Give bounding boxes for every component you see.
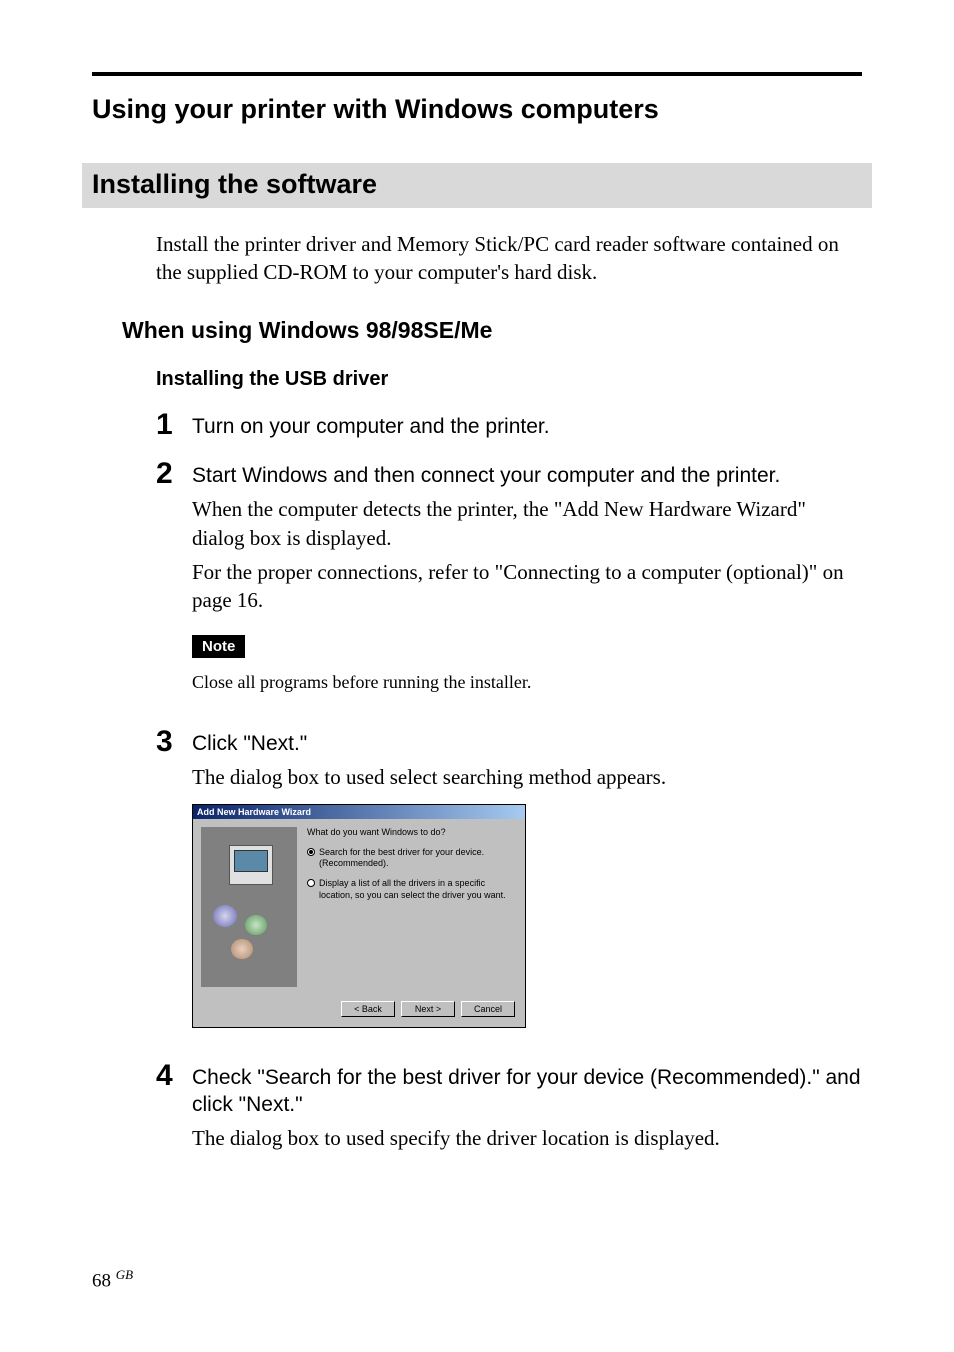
step-detail: The dialog box to used select searching … [192, 763, 862, 791]
page-content: Using your printer with Windows computer… [0, 0, 954, 1215]
screen-icon [234, 850, 268, 872]
step-4: 4 Check "Search for the best driver for … [156, 1064, 862, 1159]
page-number-value: 68 [92, 1270, 111, 1291]
back-button[interactable]: < Back [341, 1001, 395, 1017]
radio-label: Display a list of all the drivers in a s… [319, 878, 517, 901]
step-instruction: Turn on your computer and the printer. [192, 413, 862, 440]
radio-icon [307, 848, 315, 856]
main-heading: Using your printer with Windows computer… [92, 94, 862, 125]
horizontal-rule [92, 72, 862, 76]
dialog-titlebar: Add New Hardware Wizard [193, 805, 525, 819]
step-detail: For the proper connections, refer to "Co… [192, 558, 862, 615]
step-2: 2 Start Windows and then connect your co… [156, 462, 862, 714]
step-1: 1 Turn on your computer and the printer. [156, 413, 862, 446]
step-number: 4 [156, 1061, 192, 1091]
section-bar: Installing the software [82, 163, 872, 208]
dialog-body: What do you want Windows to do? Search f… [193, 819, 525, 995]
next-button[interactable]: Next > [401, 1001, 455, 1017]
step-body: Turn on your computer and the printer. [192, 413, 862, 446]
step-number: 2 [156, 459, 192, 489]
step-instruction: Start Windows and then connect your comp… [192, 462, 862, 489]
step-body: Start Windows and then connect your comp… [192, 462, 862, 714]
dialog-graphic [201, 827, 297, 987]
step-detail: The dialog box to used specify the drive… [192, 1124, 862, 1152]
radio-icon [307, 879, 315, 887]
computer-icon [229, 845, 273, 885]
chip-icon [213, 905, 237, 927]
sub-heading-2: Installing the USB driver [156, 368, 862, 391]
dialog-buttons: < Back Next > Cancel [193, 995, 525, 1027]
sub-heading: When using Windows 98/98SE/Me [122, 317, 862, 344]
dialog-question: What do you want Windows to do? [307, 827, 517, 837]
step-detail: When the computer detects the printer, t… [192, 495, 862, 552]
step-instruction: Click "Next." [192, 730, 862, 757]
step-body: Check "Search for the best driver for yo… [192, 1064, 862, 1159]
dialog-screenshot: Add New Hardware Wizard What do you want… [192, 804, 862, 1028]
radio-label: Search for the best driver for your devi… [319, 847, 517, 870]
section-title: Installing the software [92, 169, 862, 200]
step-body: Click "Next." The dialog box to used sel… [192, 730, 862, 1048]
step-number: 1 [156, 410, 192, 440]
radio-option-recommended[interactable]: Search for the best driver for your devi… [307, 847, 517, 870]
page-suffix: GB [116, 1267, 133, 1282]
note-tag: Note [192, 635, 245, 658]
intro-paragraph: Install the printer driver and Memory St… [156, 230, 862, 287]
radio-option-list[interactable]: Display a list of all the drivers in a s… [307, 878, 517, 901]
note-text: Close all programs before running the in… [192, 670, 862, 694]
wizard-dialog: Add New Hardware Wizard What do you want… [192, 804, 526, 1028]
page-number: 68 GB [92, 1267, 133, 1292]
dialog-content: What do you want Windows to do? Search f… [307, 827, 517, 987]
chip-icon [231, 939, 253, 959]
step-instruction: Check "Search for the best driver for yo… [192, 1064, 862, 1119]
step-number: 3 [156, 727, 192, 757]
step-3: 3 Click "Next." The dialog box to used s… [156, 730, 862, 1048]
cancel-button[interactable]: Cancel [461, 1001, 515, 1017]
chip-icon [245, 915, 267, 935]
